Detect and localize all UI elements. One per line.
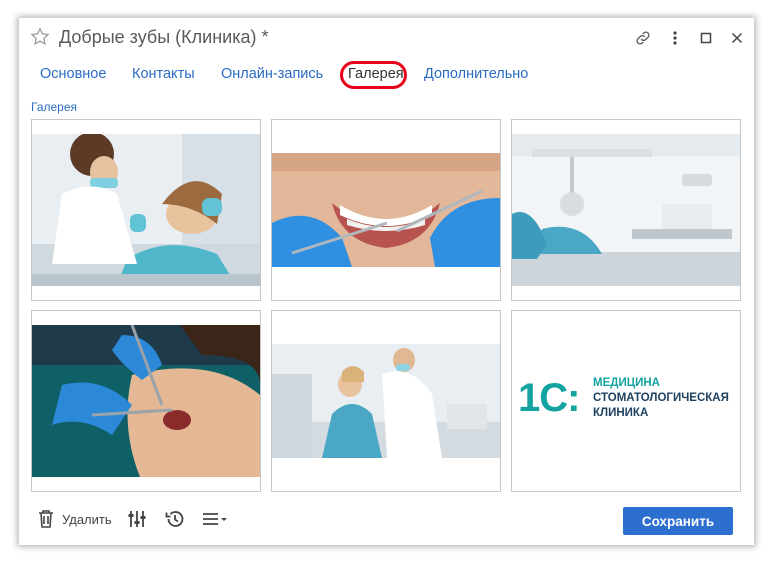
logo-line-2: СТОМАТОЛОГИЧЕСКАЯ	[593, 392, 729, 404]
gallery-item-1[interactable]	[31, 119, 261, 301]
clinic-logo: 1С: МЕДИЦИНА СТОМАТОЛОГИЧЕСКАЯ КЛИНИКА	[518, 375, 738, 425]
clinic-form-window: Добрые зубы (Клиника) * Основное Контакт…	[19, 18, 754, 545]
history-icon[interactable]	[165, 509, 185, 529]
maximize-icon[interactable]	[696, 28, 716, 48]
title-bar: Добрые зубы (Клиника) *	[19, 18, 754, 58]
tab-online-booking[interactable]: Онлайн-запись	[221, 66, 323, 82]
tab-contacts[interactable]: Контакты	[132, 66, 195, 82]
patient-treatment-image	[32, 325, 260, 477]
trash-icon	[39, 510, 53, 528]
delete-label: Удалить	[62, 511, 112, 527]
settings-sliders-icon[interactable]	[128, 510, 146, 528]
more-vertical-icon[interactable]	[665, 28, 685, 48]
gallery-item-6[interactable]: 1С: МЕДИЦИНА СТОМАТОЛОГИЧЕСКАЯ КЛИНИКА	[511, 310, 741, 492]
gallery-label: Галерея	[31, 100, 78, 114]
logo-mark: 1С:	[518, 376, 580, 420]
tab-main[interactable]: Основное	[40, 66, 106, 82]
gallery-item-3[interactable]	[511, 119, 741, 301]
gallery-item-2[interactable]	[271, 119, 501, 301]
dentist-examining-image	[272, 344, 500, 458]
window-title: Добрые зубы (Клиника) *	[59, 27, 269, 47]
gallery-item-5[interactable]	[271, 310, 501, 492]
smile-closeup-image	[272, 153, 500, 267]
star-icon[interactable]	[29, 26, 51, 48]
logo-line-3: КЛИНИКА	[593, 407, 649, 419]
save-button[interactable]: Сохранить	[623, 507, 733, 535]
menu-icon[interactable]	[202, 511, 228, 527]
link-icon[interactable]	[633, 28, 653, 48]
close-icon[interactable]	[727, 28, 747, 48]
logo-line-1: МЕДИЦИНА	[593, 377, 660, 389]
tab-additional[interactable]: Дополнительно	[424, 66, 528, 82]
dentist-with-patient-image	[32, 134, 260, 286]
active-tab-highlight	[340, 61, 407, 89]
delete-button[interactable]: Удалить	[38, 510, 112, 528]
gallery-item-4[interactable]	[31, 310, 261, 492]
dental-office-image	[512, 134, 740, 286]
